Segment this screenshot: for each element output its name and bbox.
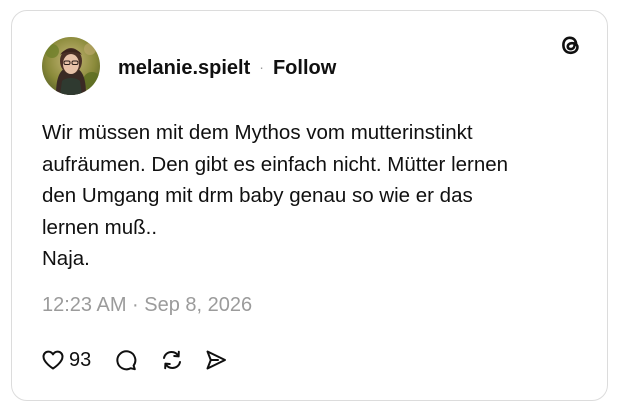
post-text-line: Naja. [42, 247, 90, 271]
post-header: melanie.spielt · Follow [118, 55, 336, 81]
share-button[interactable] [203, 347, 229, 373]
separator-dot: · [259, 59, 264, 75]
post-text-line: Wir müssen mit dem Mythos vom mutterinst… [42, 121, 473, 144]
avatar-photo [42, 37, 100, 95]
heart-icon [42, 350, 64, 370]
post-body: Wir müssen mit dem Mythos vom mutterinst… [42, 117, 582, 275]
action-bar: 93 [40, 345, 229, 375]
send-icon [206, 350, 227, 370]
reply-button[interactable] [113, 347, 139, 373]
follow-button[interactable]: Follow [273, 57, 336, 80]
comment-icon [116, 350, 137, 371]
like-button[interactable]: 93 [40, 347, 91, 373]
post-timestamp[interactable]: 12:23 AM · Sep 8, 2026 [42, 294, 252, 317]
post-text-line: den Umgang mit drm baby genau so wie er … [42, 184, 473, 208]
like-count: 93 [69, 348, 92, 371]
post-text-line: aufräumen. Den gibt es einfach nicht. Mü… [42, 152, 509, 176]
author-username[interactable]: melanie.spielt [118, 57, 250, 80]
threads-post-card: melanie.spielt · Follow Wir müssen mit d… [11, 10, 608, 401]
avatar[interactable] [42, 37, 100, 95]
threads-logo-icon[interactable] [557, 31, 585, 59]
repost-button[interactable] [159, 347, 185, 373]
post-text-line: lernen muß.. [42, 215, 158, 239]
repost-icon [163, 350, 182, 370]
